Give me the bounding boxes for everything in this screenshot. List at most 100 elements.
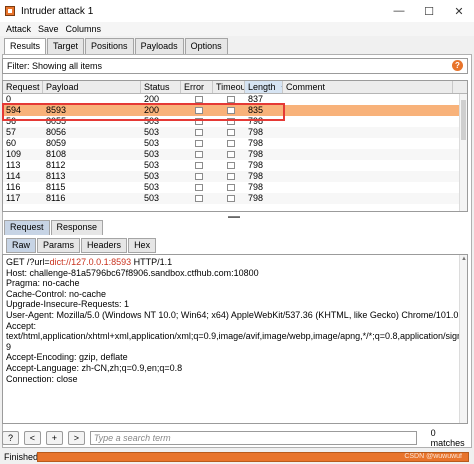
tab-raw[interactable]: Raw — [6, 238, 37, 253]
column-timeout[interactable]: Timeout — [213, 81, 245, 93]
table-row[interactable]: 113 8112 503 798 — [3, 160, 467, 171]
search-add-button[interactable]: + — [45, 430, 63, 445]
cell-error — [181, 127, 213, 138]
cell-timeout — [213, 116, 245, 127]
tab-hex[interactable]: Hex — [128, 238, 157, 253]
timeout-checkbox — [226, 129, 235, 136]
cell-comment — [283, 138, 453, 149]
timeout-checkbox — [226, 151, 235, 158]
tab-params[interactable]: Params — [37, 238, 81, 253]
filter-bar[interactable]: Filter: Showing all items ? — [2, 58, 468, 74]
timeout-checkbox — [226, 195, 235, 202]
search-help-button[interactable]: ? — [2, 430, 19, 445]
cell-error — [181, 105, 213, 116]
watermark-text: CSDN @wuwuwuf — [404, 453, 462, 460]
cell-length: 798 — [248, 138, 264, 148]
table-scrollbar[interactable] — [459, 94, 467, 211]
tab-results[interactable]: Results — [4, 38, 47, 54]
cell-error — [181, 116, 213, 127]
column-payload[interactable]: Payload — [43, 81, 141, 93]
error-checkbox — [194, 195, 203, 202]
table-row[interactable]: 109 8108 503 798 — [3, 149, 467, 160]
timeout-checkbox — [226, 107, 235, 114]
tab-options[interactable]: Options — [184, 38, 228, 54]
table-row[interactable]: 114 8113 503 798 — [3, 171, 467, 182]
cell-timeout — [213, 138, 245, 149]
timeout-checkbox — [226, 96, 235, 103]
raw-request-editor[interactable]: GET /?url=dict://127.0.0.1:8593 HTTP/1.1… — [2, 254, 468, 424]
column-request[interactable]: Request — [3, 81, 43, 93]
search-next-button[interactable]: > — [67, 430, 85, 445]
pane-splitter-handle[interactable]: ▬▬ — [228, 214, 242, 220]
cell-status: 503 — [144, 116, 160, 126]
cell-length: 798 — [248, 127, 264, 137]
cell-error — [181, 182, 213, 193]
cell-status: 503 — [144, 138, 160, 148]
cell-error — [181, 138, 213, 149]
cell-payload — [43, 94, 141, 105]
menu-attack[interactable]: Attack — [6, 24, 31, 34]
error-checkbox — [194, 129, 203, 136]
cell-length: 798 — [248, 160, 264, 170]
cell-comment — [283, 127, 453, 138]
cell-status: 503 — [144, 127, 160, 137]
timeout-checkbox — [226, 140, 235, 147]
top-tabs: Results Target Positions Payloads Option… — [4, 38, 229, 54]
tab-request[interactable]: Request — [4, 220, 50, 235]
table-row[interactable]: 117 8116 503 798 — [3, 193, 467, 204]
view-tabs: Raw Params Headers Hex — [6, 238, 157, 253]
table-row[interactable]: 57 8056 503 798 — [3, 127, 467, 138]
cell-status: 200 — [144, 94, 160, 104]
cell-request: 60 — [6, 138, 17, 148]
cell-payload: 8593 — [46, 105, 67, 115]
table-row[interactable]: 116 8115 503 798 — [3, 182, 467, 193]
column-length[interactable]: Length ▼ — [245, 81, 283, 93]
cell-timeout — [213, 127, 245, 138]
tab-positions[interactable]: Positions — [85, 38, 134, 54]
request-header-line: Accept: — [6, 320, 37, 331]
table-row[interactable]: 0 200 837 — [3, 94, 467, 105]
raw-scrollbar[interactable]: ▲ — [459, 255, 467, 423]
request-line: GET /?url=dict://127.0.0.1:8593 HTTP/1.1 — [6, 257, 464, 268]
search-previous-button[interactable]: < — [23, 430, 41, 445]
tab-response[interactable]: Response — [50, 220, 104, 235]
scroll-up-icon[interactable]: ▲ — [461, 256, 467, 262]
close-button[interactable]: ✕ — [444, 0, 474, 22]
error-checkbox — [194, 184, 203, 191]
maximize-button[interactable]: ☐ — [414, 0, 444, 22]
cell-length: 798 — [248, 182, 264, 192]
menu-save[interactable]: Save — [38, 24, 59, 34]
filter-text: Filter: Showing all items — [7, 61, 103, 71]
cell-timeout — [213, 105, 245, 116]
column-comment[interactable]: Comment — [283, 81, 453, 93]
minimize-button[interactable]: — — [384, 0, 414, 22]
tab-headers[interactable]: Headers — [81, 238, 128, 253]
column-length-label: Length — [248, 82, 276, 92]
column-error[interactable]: Error — [181, 81, 213, 93]
cell-payload: 8116 — [46, 193, 66, 203]
table-row[interactable]: 60 8059 503 798 — [3, 138, 467, 149]
cell-payload: 8056 — [46, 127, 67, 137]
cell-length: 835 — [248, 105, 264, 115]
table-scrollbar-thumb[interactable] — [461, 100, 466, 140]
cell-comment — [283, 105, 453, 116]
column-status[interactable]: Status — [141, 81, 181, 93]
cell-error — [181, 94, 213, 105]
cell-request: 56 — [6, 116, 17, 126]
cell-length: 798 — [248, 171, 264, 181]
request-header-line: Cache-Control: no-cache — [6, 288, 107, 299]
timeout-checkbox — [226, 184, 235, 191]
table-row[interactable]: 594 8593 200 835 — [3, 105, 467, 116]
search-input[interactable]: Type a search term — [89, 430, 417, 445]
tab-target[interactable]: Target — [47, 38, 85, 54]
request-header-line: User-Agent: Mozilla/5.0 (Windows NT 10.0… — [6, 309, 464, 320]
status-bar: Finished CSDN @wuwuwuf — [0, 450, 474, 464]
help-icon[interactable]: ? — [452, 60, 463, 71]
tab-payloads[interactable]: Payloads — [134, 38, 184, 54]
payload-position: dict://127.0.0.1:8593 — [49, 257, 132, 267]
cell-length: 798 — [248, 193, 264, 203]
table-row[interactable]: 56 8055 503 798 — [3, 116, 467, 127]
request-headers: Host: challenge-81a5796bc67f8906.sandbox… — [6, 268, 464, 385]
request-header-line: Upgrade-Insecure-Requests: 1 — [6, 299, 130, 310]
menu-columns[interactable]: Columns — [66, 24, 102, 34]
